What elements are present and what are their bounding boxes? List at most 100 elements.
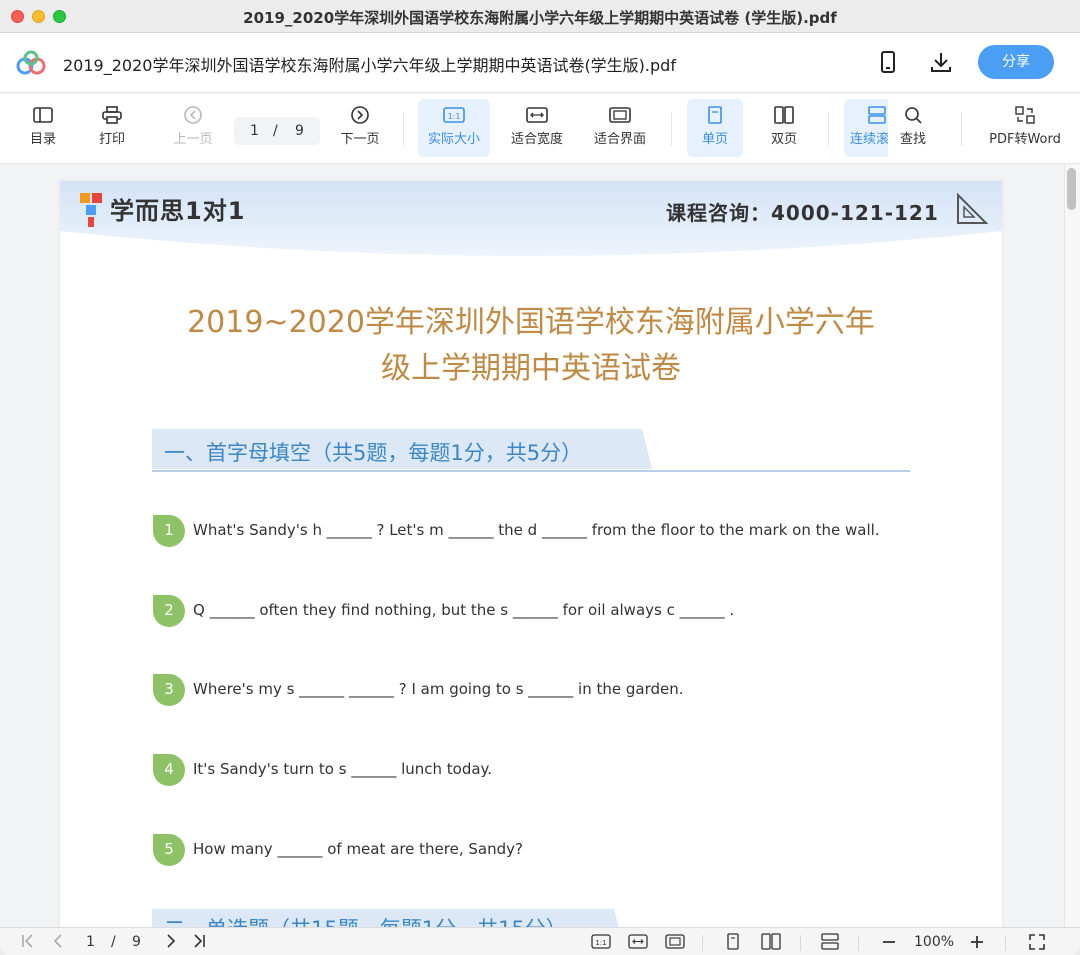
question-number: 4 <box>164 760 174 778</box>
continuous-scroll-icon <box>868 106 886 124</box>
page-number-box[interactable]: 1 / 9 <box>234 117 320 145</box>
download-icon[interactable] <box>929 50 953 74</box>
continuous-scroll-icon[interactable] <box>820 933 840 950</box>
chevron-left-icon[interactable] <box>50 933 66 949</box>
page-current: 1 <box>250 123 259 139</box>
find-button[interactable]: 查找 <box>888 99 938 157</box>
file-name: 2019_2020学年深圳外国语学校东海附属小学六年级上学期期中英语试卷(学生版… <box>63 56 676 75</box>
zoom-level[interactable]: 100% <box>914 934 954 950</box>
brand-logo-icon <box>80 193 102 227</box>
question-text: Where's my s ______ ______ ? I am going … <box>193 680 684 698</box>
fullscreen-icon[interactable] <box>1028 933 1046 951</box>
section-heading-partial: 二、单选题（共15题，每题1分，共15分） <box>152 909 632 927</box>
fit-page-icon[interactable] <box>665 934 685 949</box>
page-separator: / <box>273 123 278 139</box>
toc-button[interactable]: 目录 <box>18 99 68 157</box>
title-bar: 2019_2020学年深圳外国语学校东海附属小学六年级上学期期中英语试卷 (学生… <box>0 0 1080 33</box>
section-title: 一、首字母填空（共5题，每题1分，共5分） <box>164 441 583 465</box>
chevron-left-circle-icon <box>184 106 202 124</box>
app-logo-icon <box>16 50 46 75</box>
toolbar-divider <box>403 112 404 146</box>
print-button[interactable]: 打印 <box>87 99 137 157</box>
chevron-right-circle-icon <box>351 106 369 124</box>
page-total: 9 <box>295 123 304 139</box>
pdf-page: 学而思1对1 课程咨询：4000-121-121 2019~2020学年深圳外国… <box>60 181 1002 927</box>
pdf-to-word-label: PDF转Word <box>989 132 1061 147</box>
continuous-scroll-label: 连续滚 <box>850 132 888 147</box>
next-page-button[interactable]: 下一页 <box>333 99 387 157</box>
svg-text:1:1: 1:1 <box>595 939 606 947</box>
fit-width-button[interactable]: 适合宽度 <box>502 99 572 157</box>
zoom-out-icon[interactable] <box>881 934 897 950</box>
pdf-to-word-button[interactable]: PDF转Word <box>980 99 1070 157</box>
fit-width-label: 适合宽度 <box>510 132 563 147</box>
document-title-line2: 级上学期期中英语试卷 <box>381 351 681 386</box>
double-page-label: 双页 <box>770 132 797 147</box>
actual-size-icon[interactable]: 1:1 <box>591 934 611 949</box>
ruler-icon <box>957 193 988 224</box>
actual-size-button[interactable]: 1:1 实际大小 <box>418 99 490 157</box>
last-page-icon[interactable] <box>191 933 207 949</box>
fit-width-icon <box>526 107 548 123</box>
svg-text:1:1: 1:1 <box>448 112 461 121</box>
continuous-scroll-button[interactable]: 连续滚 <box>844 99 888 157</box>
print-label: 打印 <box>98 132 125 147</box>
single-page-icon <box>708 106 722 124</box>
prev-page-label: 上一页 <box>173 132 213 147</box>
status-page-separator: / <box>111 934 116 950</box>
toc-label: 目录 <box>29 132 56 147</box>
question-text: Q ______ often they find nothing, but th… <box>193 601 735 619</box>
section-title: 二、单选题（共15题，每题1分，共15分） <box>164 913 567 927</box>
double-page-icon <box>774 106 794 124</box>
question-text: How many ______ of meat are there, Sandy… <box>193 840 523 858</box>
single-page-button[interactable]: 单页 <box>687 99 743 157</box>
fit-page-button[interactable]: 适合界面 <box>585 99 655 157</box>
status-divider <box>1005 935 1006 951</box>
question-number: 3 <box>164 680 174 698</box>
question-text: What's Sandy's h ______ ? Let's m ______… <box>193 521 880 539</box>
fit-width-icon[interactable] <box>628 934 648 949</box>
scrollbar-thumb[interactable] <box>1067 168 1076 210</box>
printer-icon <box>102 106 122 124</box>
toolbar-divider <box>961 112 962 146</box>
search-icon <box>905 107 922 124</box>
single-page-label: 单页 <box>701 132 728 147</box>
zoom-in-icon[interactable] <box>969 934 985 950</box>
vertical-scrollbar[interactable] <box>1064 164 1080 927</box>
app-header: 2019_2020学年深圳外国语学校东海附属小学六年级上学期期中英语试卷(学生版… <box>0 33 1080 93</box>
question-text: It's Sandy's turn to s ______ lunch toda… <box>193 760 493 778</box>
brand-name: 学而思1对1 <box>110 197 246 225</box>
hotline-text: 课程咨询：4000-121-121 <box>666 201 939 225</box>
question-number: 5 <box>164 840 174 858</box>
convert-icon <box>1015 106 1035 124</box>
double-page-button[interactable]: 双页 <box>757 99 811 157</box>
fit-page-label: 适合界面 <box>593 132 646 147</box>
share-button[interactable]: 分享 <box>978 45 1054 79</box>
single-page-icon[interactable] <box>724 933 742 950</box>
status-divider <box>858 935 859 951</box>
pdf-viewer-window: 2019_2020学年深圳外国语学校东海附属小学六年级上学期期中英语试卷 (学生… <box>0 0 1080 955</box>
status-bar: 1 / 9 1:1 100% <box>0 927 1080 955</box>
status-page-current[interactable]: 1 <box>86 934 95 950</box>
phone-icon[interactable] <box>876 50 900 74</box>
document-title-line1: 2019~2020学年深圳外国语学校东海附属小学六年 <box>187 305 875 340</box>
sidebar-icon <box>33 107 53 123</box>
status-page-total: 9 <box>132 934 141 950</box>
toolbar: 目录 打印 上一页 1 / 9 下一页 1:1 实际大小 适合宽度 适合界面 单… <box>0 94 1080 164</box>
actual-size-icon: 1:1 <box>443 107 465 123</box>
window-title: 2019_2020学年深圳外国语学校东海附属小学六年级上学期期中英语试卷 (学生… <box>243 9 837 27</box>
status-divider <box>800 935 801 951</box>
toolbar-divider <box>828 112 829 146</box>
chevron-right-icon[interactable] <box>163 933 179 949</box>
find-label: 查找 <box>899 132 926 147</box>
section-heading: 一、首字母填空（共5题，每题1分，共5分） <box>152 429 910 473</box>
prev-page-button[interactable]: 上一页 <box>166 99 220 157</box>
double-page-icon[interactable] <box>761 933 781 950</box>
next-page-label: 下一页 <box>340 132 380 147</box>
question-number: 2 <box>164 601 174 619</box>
question-number: 1 <box>164 521 174 539</box>
first-page-icon[interactable] <box>20 933 36 949</box>
document-viewport[interactable]: 学而思1对1 课程咨询：4000-121-121 2019~2020学年深圳外国… <box>0 164 1080 927</box>
fit-page-icon <box>609 107 631 123</box>
toolbar-divider <box>671 112 672 146</box>
